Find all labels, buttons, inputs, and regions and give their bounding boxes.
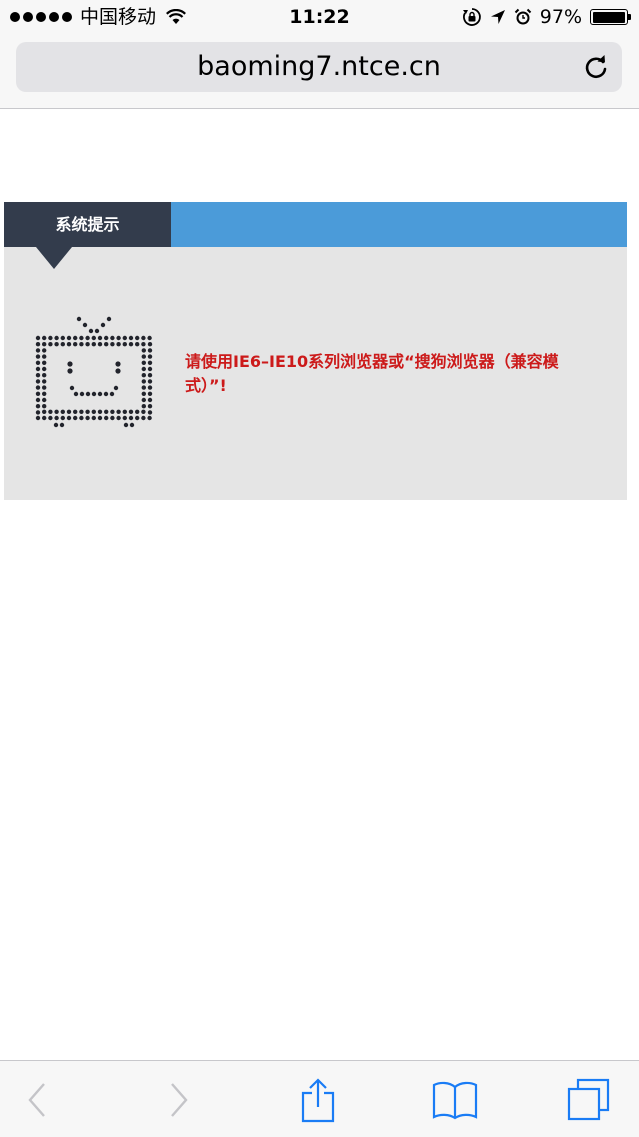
- address-bar[interactable]: baoming7.ntce.cn: [16, 42, 622, 92]
- tabs-icon: [567, 1078, 610, 1121]
- notice-tab-title: 系统提示: [4, 202, 171, 247]
- forward-button[interactable]: [156, 1079, 202, 1121]
- location-arrow-icon: [490, 10, 505, 24]
- tab-pointer-arrow: [36, 247, 72, 269]
- url-text[interactable]: baoming7.ntce.cn: [16, 52, 622, 82]
- bookmarks-icon: [432, 1081, 478, 1120]
- bookmarks-button[interactable]: [432, 1079, 478, 1121]
- browser-toolbar: [0, 1060, 639, 1137]
- forward-arrow-icon: [171, 1083, 188, 1117]
- notice-header-bar: 系统提示: [4, 202, 627, 247]
- alarm-clock-icon: [514, 8, 531, 25]
- browser-warning-message: 请使用IE6–IE10系列浏览器或“搜狗浏览器（兼容模式）”!: [185, 352, 559, 395]
- tabs-button[interactable]: [566, 1078, 612, 1121]
- reload-icon[interactable]: [582, 53, 610, 81]
- dotted-tv-icon: [35, 316, 153, 428]
- back-button[interactable]: [14, 1079, 60, 1121]
- status-right: 97%: [462, 6, 631, 28]
- browser-nav-bar: baoming7.ntce.cn: [0, 36, 639, 109]
- battery-percent: 97%: [539, 6, 582, 28]
- battery-icon: [590, 9, 631, 25]
- back-arrow-icon: [28, 1083, 45, 1117]
- orientation-lock-icon: [462, 8, 481, 26]
- status-bar: 中国移动 11:22 97%: [0, 0, 639, 36]
- share-icon: [301, 1078, 335, 1123]
- system-notice-panel: 系统提示 请使用IE6–IE10系列浏览器或“搜狗浏览器（兼容模式）”!: [4, 202, 627, 500]
- share-button[interactable]: [295, 1078, 341, 1123]
